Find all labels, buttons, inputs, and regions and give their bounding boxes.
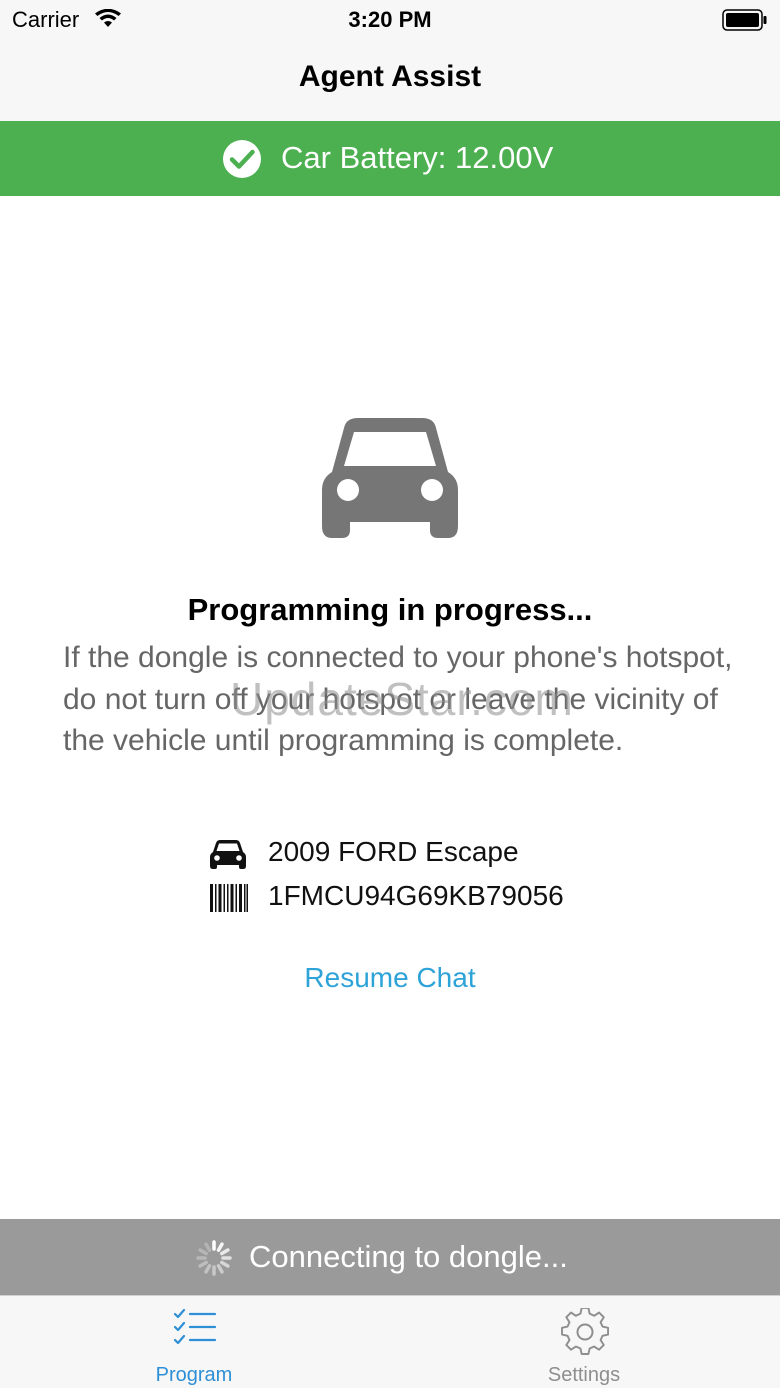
resume-chat-link[interactable]: Resume Chat [0, 962, 780, 994]
vin-number: 1FMCU94G69KB79056 [268, 880, 564, 911]
tab-bar: Program Settings [0, 1295, 780, 1388]
page-title: Agent Assist [298, 60, 482, 93]
vehicle-model: 2009 FORD Escape [268, 836, 519, 867]
car-icon [322, 418, 458, 538]
tab-program[interactable]: Program [0, 1296, 390, 1388]
gear-icon [561, 1308, 609, 1355]
car-small-icon [210, 840, 246, 869]
navigation-bar: Agent Assist [0, 40, 780, 122]
tab-program-label: Program [155, 1364, 233, 1386]
barcode-icon [210, 884, 248, 912]
spinner-icon [196, 1240, 232, 1276]
connection-status-text: Connecting to dongle... [249, 1239, 568, 1274]
clock: 3:20 PM [348, 7, 432, 32]
connection-status-bar: Connecting to dongle... [0, 1219, 780, 1295]
tab-settings[interactable]: Settings [390, 1296, 780, 1388]
car-battery-banner: Car Battery: 12.00V [0, 121, 780, 196]
check-circle-icon [223, 140, 261, 178]
watermark: UpdateStar.com [230, 673, 574, 725]
status-bar: Carrier 3:20 PM [0, 0, 780, 40]
tab-settings-label: Settings [547, 1364, 621, 1386]
battery-icon [722, 9, 767, 31]
car-battery-text: Car Battery: 12.00V [281, 140, 554, 175]
programming-status-title: Programming in progress... [187, 592, 593, 627]
checklist-icon [173, 1308, 217, 1345]
